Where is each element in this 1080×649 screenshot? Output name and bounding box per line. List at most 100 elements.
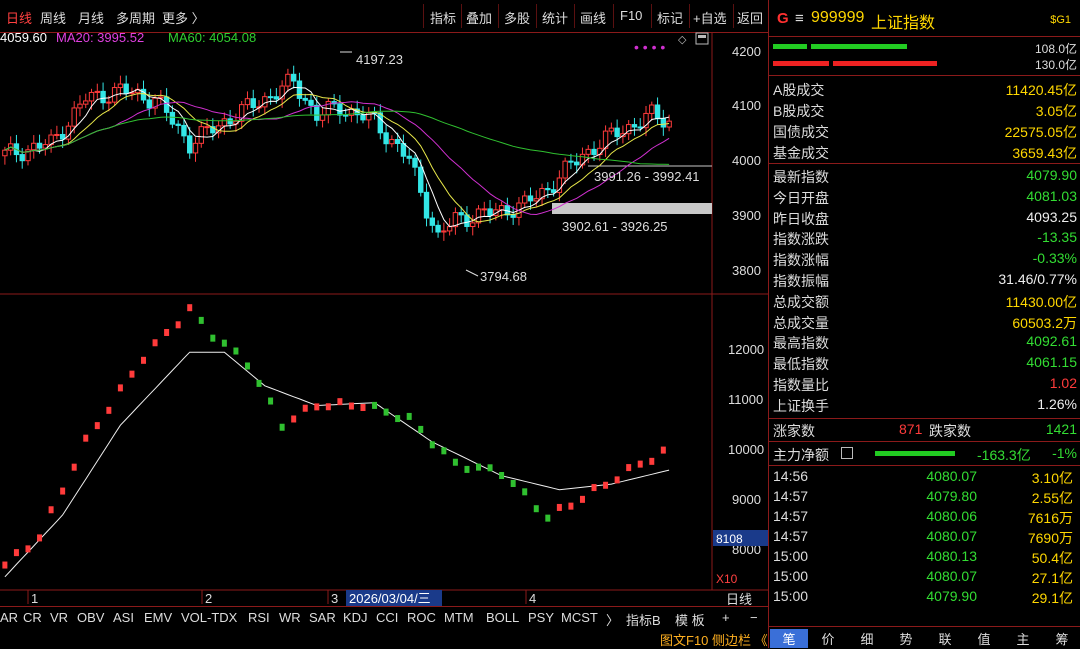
kline-chart[interactable]: • • • • ◇ 4200 4100 4000 3900 3800 12000… (0, 0, 768, 606)
stat-label: 指数量比 (773, 377, 829, 393)
price-axis-tick: 3900 (732, 208, 761, 223)
sector-badge: $G1 (1050, 14, 1071, 26)
panel-tab[interactable]: 筹 (1043, 629, 1080, 648)
diamond-icon[interactable]: ◇ (678, 33, 687, 46)
tick-price: 4079.90 (926, 588, 977, 604)
tab-mcst[interactable]: MCST (561, 610, 598, 625)
zoom-out-button[interactable]: − (750, 610, 758, 625)
candle-body (54, 133, 60, 136)
indicator-point (48, 506, 54, 514)
candle-body (418, 166, 424, 193)
candle-body (475, 208, 482, 224)
stat-label: 昨日收盘 (773, 210, 829, 227)
stat-value: 4093.25 (1026, 208, 1077, 225)
panel-tab[interactable]: 值 (965, 629, 1003, 648)
candle-body (169, 111, 176, 125)
tab-scroll-right[interactable]: 〉 (606, 610, 619, 629)
tab-emv[interactable]: EMV (144, 610, 172, 625)
indicator-point (210, 334, 216, 342)
candle-body (285, 73, 291, 87)
ma20-line (4, 101, 670, 216)
tab-vr[interactable]: VR (50, 610, 68, 625)
quote-panel: G ≡ 999999 上证指数 $G1 108.0亿 130.0亿 A股成交 11… (768, 0, 1080, 648)
candle-body (654, 104, 661, 120)
tab-obv[interactable]: OBV (77, 610, 104, 625)
tab-psy[interactable]: PSY (528, 610, 554, 625)
tab-cci[interactable]: CCI (376, 610, 398, 625)
tab-mtm[interactable]: MTM (444, 610, 474, 625)
price-axis-tick: 4000 (732, 153, 761, 168)
candle-body (394, 139, 401, 144)
tab-indicator-b[interactable]: 指标B (626, 610, 661, 629)
indicator-point (418, 425, 424, 433)
candle-body (267, 96, 274, 99)
zoom-in-button[interactable]: + (722, 610, 730, 625)
candle-body (31, 142, 37, 151)
tab-ar[interactable]: AR (0, 610, 18, 625)
tab-boll[interactable]: BOLL (486, 610, 519, 625)
tick-time: 14:57 (773, 528, 809, 544)
tab-kdj[interactable]: KDJ (343, 610, 368, 625)
candle-body (545, 187, 551, 191)
candle-body (608, 127, 615, 132)
stat-row: 指数振幅 31.46/0.77% (773, 270, 1077, 290)
tick-price: 4080.06 (926, 508, 977, 524)
tab-rsi[interactable]: RSI (248, 610, 270, 625)
volume-row-fund: 基金成交 3659.43亿 (773, 145, 1077, 161)
stat-row: 最新指数 4079.90 (773, 166, 1077, 186)
indicator-axis-tick: 11000 (728, 392, 763, 407)
stat-label: 指数涨幅 (773, 252, 829, 269)
indicator-point (591, 484, 597, 492)
stat-row: 最低指数 4061.15 (773, 353, 1077, 373)
panel-tab[interactable]: 笔 (770, 629, 808, 648)
tab-vol-tdx[interactable]: VOL-TDX (181, 610, 237, 625)
stat-label: 指数涨跌 (773, 231, 829, 248)
list-icon[interactable] (841, 447, 853, 459)
candle-body (423, 191, 430, 219)
tick-time: 14:57 (773, 488, 809, 504)
indicator-point (545, 514, 551, 522)
main-flow-value: -163.3亿 (977, 447, 1031, 463)
menu-icon[interactable]: ≡ (795, 10, 804, 27)
panel-tab[interactable]: 势 (887, 629, 925, 648)
candle-body (77, 103, 83, 109)
panel-tab[interactable]: 主 (1004, 629, 1042, 648)
window-toggle-icon[interactable] (695, 32, 709, 45)
tab-template[interactable]: 模 板 (675, 610, 705, 629)
tab-wr[interactable]: WR (279, 610, 301, 625)
tab-asi[interactable]: ASI (113, 610, 134, 625)
indicator-point (626, 464, 632, 472)
indicator-tab-bar: AR CR VR OBV ASI EMV VOL-TDX RSI WR SAR … (0, 606, 768, 629)
panel-tab[interactable]: 价 (809, 629, 847, 648)
ma10-line (4, 93, 670, 223)
tab-cr[interactable]: CR (23, 610, 42, 625)
tab-sar[interactable]: SAR (309, 610, 336, 625)
panel-tab[interactable]: 细 (848, 629, 886, 648)
indicator-point (221, 339, 227, 347)
stat-label: 上证换手 (773, 397, 829, 414)
stat-row: 今日开盘 4081.03 (773, 187, 1077, 207)
candle-body (487, 208, 493, 216)
candle-body (550, 189, 557, 193)
more-dots-icon[interactable]: • • • • (634, 39, 665, 55)
volume-row-bond: 国债成交 22575.05亿 (773, 124, 1077, 140)
candle-body (527, 195, 534, 202)
indicator-point (37, 534, 43, 542)
indicator-point (2, 561, 8, 569)
indicator-point (522, 488, 528, 496)
candle-body (88, 91, 95, 102)
month-marker: 2 (205, 591, 212, 606)
candlestick-group (2, 65, 672, 241)
indicator-point (556, 503, 562, 511)
side-panel-toggle[interactable]: 图文F10 侧边栏 《 (660, 630, 768, 649)
stat-row: 最高指数 4092.61 (773, 332, 1077, 352)
candle-body (227, 118, 233, 125)
panel-tab[interactable]: 联 (926, 629, 964, 648)
candle-body (308, 99, 314, 106)
indicator-point (198, 316, 204, 324)
indicator-axis-tick: 10000 (728, 442, 764, 457)
tab-roc[interactable]: ROC (407, 610, 436, 625)
tick-price: 4080.07 (926, 468, 977, 484)
candle-body (435, 224, 441, 233)
candle-body (585, 148, 591, 155)
